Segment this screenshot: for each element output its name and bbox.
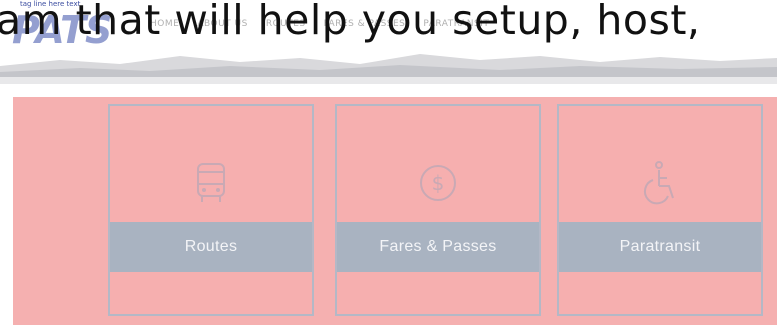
service-label: Fares & Passes <box>379 238 497 255</box>
header-landscape-banner <box>0 54 777 84</box>
wheelchair-icon <box>643 161 674 205</box>
service-card-paratransit[interactable]: Paratransit <box>557 104 763 316</box>
bus-icon <box>197 163 225 202</box>
overlay-intro-text: am that will help you setup, host, <box>0 0 701 44</box>
service-label: Paratransit <box>619 238 701 255</box>
routes-label-bar[interactable]: Routes <box>110 222 312 272</box>
service-label: Routes <box>184 238 238 255</box>
paratransit-label-bar[interactable]: Paratransit <box>559 222 761 272</box>
site-header: tag line here text PATS Home About Us Ro… <box>0 0 777 90</box>
fares-label-bar[interactable]: Fares & Passes <box>337 222 539 272</box>
service-card-routes[interactable]: Routes <box>108 104 314 316</box>
svg-text:$: $ <box>432 171 445 195</box>
dollar-coin-icon: $ <box>420 165 456 201</box>
service-card-fares[interactable]: $ Fares & Passes <box>335 104 541 316</box>
